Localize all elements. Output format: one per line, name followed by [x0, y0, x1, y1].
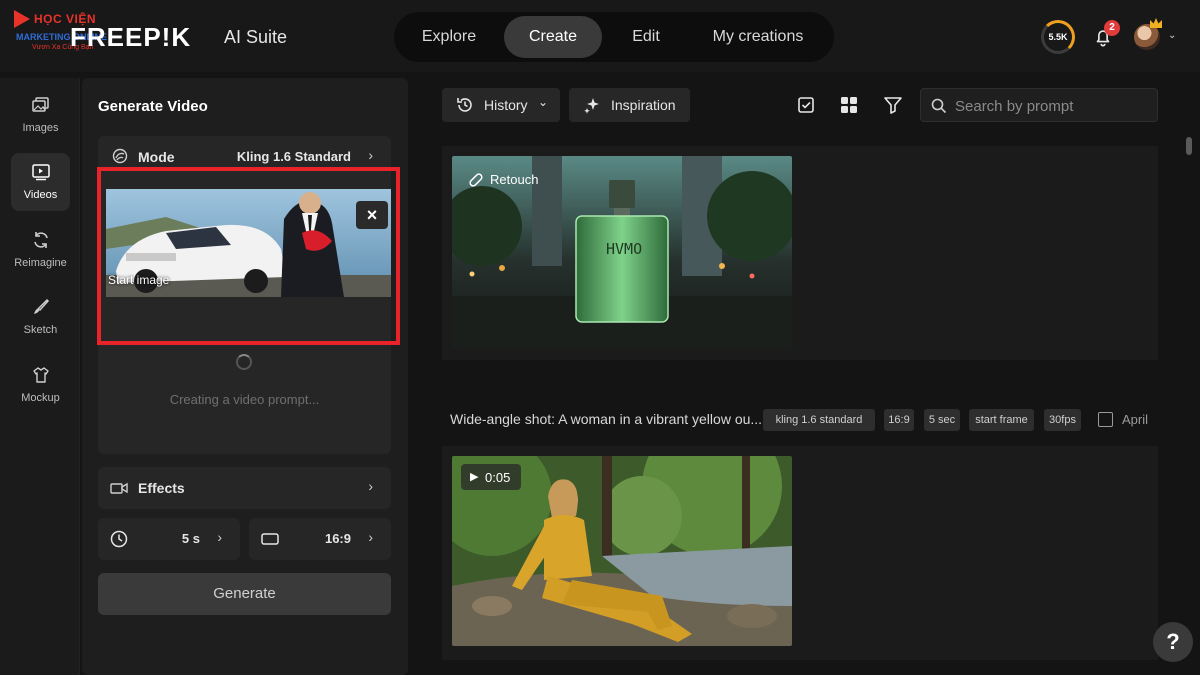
videos-icon: [32, 164, 50, 181]
nav-create[interactable]: Create: [504, 16, 602, 58]
rail-item-videos[interactable]: Videos: [11, 153, 70, 211]
chevron-right-icon: ›: [368, 478, 373, 494]
duration-value: 5 s: [181, 531, 200, 546]
nav-edit[interactable]: Edit: [616, 16, 676, 58]
loading-spinner-icon: [236, 354, 252, 370]
suite-label: AI Suite: [224, 27, 288, 47]
chevron-down-icon[interactable]: ⌄: [1168, 30, 1176, 41]
aspect-ratio-icon: [261, 533, 279, 545]
chevron-right-icon: ›: [368, 147, 373, 163]
help-button[interactable]: ?: [1153, 622, 1193, 662]
rail-label-videos: Videos: [23, 189, 58, 201]
reimagine-icon: [34, 232, 48, 248]
top-bar: HỌC VIỆN MARKETING ONLINE Vươn Xa Cùng B…: [0, 0, 1200, 72]
rail-item-mockup[interactable]: Mockup: [11, 356, 70, 414]
tag-duration: 5 sec: [924, 409, 960, 431]
nav-explore[interactable]: Explore: [406, 16, 492, 58]
duration-selector[interactable]: 5 s ›: [98, 518, 240, 560]
highlight-frame: [97, 167, 400, 345]
rail-item-reimagine[interactable]: Reimagine: [11, 221, 70, 279]
rail-label-images: Images: [22, 122, 59, 134]
effects-selector[interactable]: Effects ›: [98, 467, 391, 509]
nav-my-creations[interactable]: My creations: [694, 16, 822, 58]
rail-item-images[interactable]: Images: [11, 86, 70, 144]
effects-camera-icon: [110, 482, 128, 494]
inspiration-button[interactable]: Inspiration: [569, 88, 690, 122]
mockup-icon: [33, 367, 49, 383]
result-date: April: [1122, 412, 1149, 427]
grid-view-icon[interactable]: [838, 94, 860, 116]
result-card: [442, 446, 1158, 660]
result-caption[interactable]: Wide-angle shot: A woman in a vibrant ye…: [450, 411, 762, 427]
tool-rail: Images Videos Reimagine Sketch Mockup: [0, 78, 80, 675]
bottle-label: HVMO: [606, 240, 643, 258]
notification-badge: 2: [1104, 20, 1120, 36]
inspiration-label: Inspiration: [611, 97, 676, 113]
chevron-down-icon: ⌄: [538, 95, 549, 109]
rail-label-reimagine: Reimagine: [14, 257, 67, 269]
tag-model-label: kling 1.6 standard: [775, 414, 863, 426]
tag-fps: 30fps: [1044, 409, 1081, 431]
aspect-ratio-selector[interactable]: 16:9 ›: [249, 518, 391, 560]
tag-start-frame: start frame: [969, 409, 1034, 431]
sparkle-icon: [584, 98, 599, 114]
chevron-right-icon: ›: [368, 529, 373, 545]
search-placeholder: Search by prompt: [955, 98, 1074, 115]
rail-label-mockup: Mockup: [21, 392, 60, 404]
panel-title: Generate Video: [98, 98, 208, 115]
tag-aspect: 16:9: [884, 409, 914, 431]
credits-indicator[interactable]: 5.5K: [1041, 20, 1075, 54]
video-duration-badge: ▶ 0:05: [461, 464, 521, 490]
retouch-label: Retouch: [490, 172, 539, 187]
crown-icon: [1150, 18, 1162, 28]
search-icon: [931, 98, 947, 114]
history-icon: [457, 98, 472, 112]
select-checkbox[interactable]: [1098, 412, 1113, 427]
scrollbar-thumb[interactable]: [1186, 137, 1192, 155]
sketch-icon: [34, 298, 50, 314]
rail-item-sketch[interactable]: Sketch: [11, 288, 70, 346]
main-nav: Explore Create Edit My creations: [394, 12, 834, 62]
filter-icon[interactable]: [882, 94, 904, 116]
search-input[interactable]: Search by prompt: [920, 88, 1158, 122]
images-icon: [32, 97, 49, 112]
result-card: HVMO: [442, 146, 1158, 360]
chevron-right-icon: ›: [217, 529, 222, 545]
effects-label: Effects: [138, 480, 185, 496]
rail-label-sketch: Sketch: [23, 324, 58, 336]
history-label: History: [484, 97, 528, 113]
brand-logo[interactable]: FREEP!K: [70, 22, 191, 53]
history-button[interactable]: History ⌄: [442, 88, 560, 122]
clock-icon: [110, 530, 128, 548]
mode-label: Mode: [138, 149, 175, 165]
play-icon: [14, 10, 30, 28]
aspect-ratio-value: 16:9: [324, 531, 351, 546]
prompt-status: Creating a video prompt...: [169, 392, 320, 407]
generate-button[interactable]: Generate: [98, 573, 391, 615]
mode-value: Kling 1.6 Standard: [236, 149, 351, 164]
video-duration: 0:05: [485, 470, 511, 485]
tag-model: kling 1.6 standard: [763, 409, 875, 431]
play-icon: ▶: [470, 471, 479, 483]
mode-icon: [112, 148, 128, 164]
bandage-icon: [469, 173, 483, 187]
select-checkbox-icon[interactable]: [795, 94, 817, 116]
